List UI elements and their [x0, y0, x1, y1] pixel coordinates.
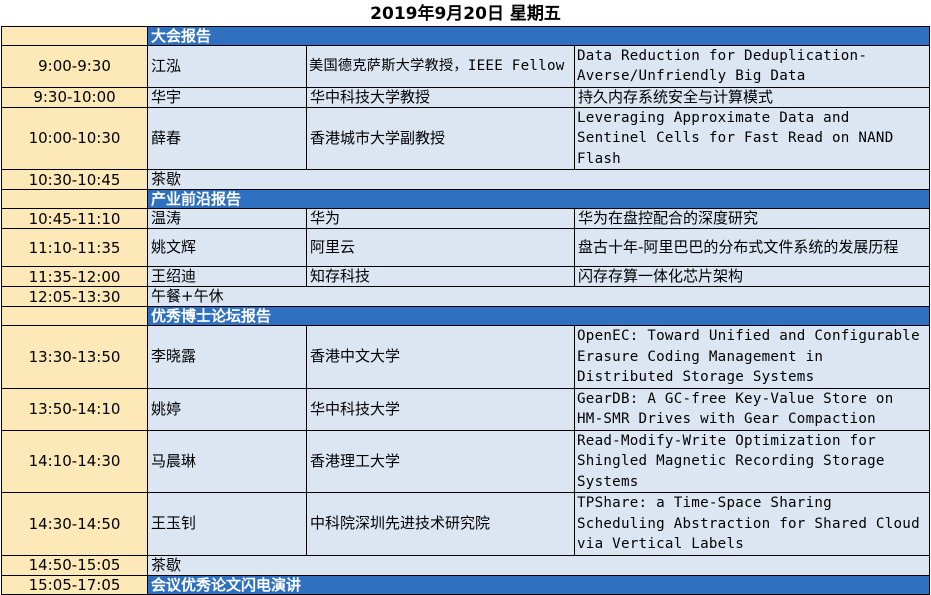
- affiliation-cell: 中科院深圳先进技术研究院: [306, 492, 575, 556]
- time-cell: 14:10-14:30: [1, 429, 148, 493]
- time-cell: 11:10-11:35: [1, 228, 148, 267]
- section-header: 优秀博士论坛报告: [146, 306, 931, 326]
- speaker-cell: 江泓: [147, 44, 307, 88]
- table-row: 14:30-14:50 王玉钊 中科院深圳先进技术研究院 TPShare: a Tim…: [1, 492, 931, 556]
- topic-cell: Leveraging Approximate Data and Sentinel…: [573, 106, 931, 170]
- table-row: 11:10-11:35 姚文辉 阿里云 盘古十年-阿里巴巴的分布式文件系统的发展历程: [1, 228, 931, 267]
- break-label: 午餐+午休: [146, 286, 931, 307]
- time-cell: 9:00-9:30: [1, 44, 148, 88]
- affiliation-cell: 阿里云: [306, 228, 575, 267]
- section-header: 大会报告: [146, 25, 931, 46]
- topic-cell: 闪存存算一体化芯片架构: [573, 266, 931, 287]
- time-cell: 12:05-13:30: [1, 286, 148, 307]
- time-cell: 10:30-10:45: [1, 169, 148, 190]
- time-cell: 14:50-15:05: [1, 554, 148, 576]
- topic-cell: 盘古十年-阿里巴巴的分布式文件系统的发展历程: [573, 228, 931, 267]
- topic-cell: GearDB: A GC-free Key-Value Store on HM-…: [573, 387, 931, 431]
- table-row: 10:45-11:10 温涛 华为 华为在盘控配合的深度研究: [1, 208, 931, 229]
- break-label: 茶歇: [146, 554, 931, 576]
- speaker-cell: 姚婷: [147, 387, 307, 431]
- table-row: 13:30-13:50 李晓露 香港中文大学 OpenEC: Toward Unifi…: [1, 325, 931, 389]
- speaker-cell: 温涛: [147, 208, 307, 229]
- section-row: 15:05-17:05 会议优秀论文闪电演讲: [1, 574, 931, 595]
- title-row: 2019年9月20日 星期五: [1, 2, 930, 27]
- speaker-cell: 王绍迪: [147, 266, 307, 287]
- table-row: 9:30-10:00 华宇 华中科技大学教授 持久内存系统安全与计算模式: [1, 86, 931, 108]
- affiliation-cell: 华中科技大学: [306, 387, 575, 431]
- time-cell: 9:30-10:00: [1, 86, 148, 108]
- speaker-cell: 薛春: [147, 106, 307, 170]
- speaker-cell: 马晨琳: [147, 429, 307, 493]
- topic-cell: OpenEC: Toward Unified and Configurable …: [573, 325, 931, 389]
- time-cell: [1, 189, 148, 209]
- time-cell: 10:00-10:30: [1, 106, 148, 170]
- speaker-cell: 李晓露: [147, 325, 307, 389]
- table-row: 14:10-14:30 马晨琳 香港理工大学 Read-Modify-Write Op…: [1, 429, 931, 493]
- table-row: 9:00-9:30 江泓 美国德克萨斯大学教授，IEEE Fellow Data Re…: [1, 44, 931, 88]
- time-cell: 14:30-14:50: [1, 492, 148, 556]
- time-cell: [1, 306, 148, 326]
- time-cell: 13:30-13:50: [1, 325, 148, 389]
- time-cell: 11:35-12:00: [1, 266, 148, 287]
- topic-cell: 持久内存系统安全与计算模式: [573, 86, 931, 108]
- topic-cell: Data Reduction for Deduplication-Averse/…: [573, 44, 931, 88]
- schedule-table: 2019年9月20日 星期五 大会报告 9:00-9:30 江泓 美国德克萨斯大学教授…: [1, 2, 931, 595]
- time-cell: [1, 25, 148, 46]
- break-row: 12:05-13:30 午餐+午休: [1, 286, 931, 307]
- speaker-cell: 华宇: [147, 86, 307, 108]
- topic-cell: TPShare: a Time-Space Sharing Scheduling…: [573, 492, 931, 556]
- affiliation-cell: 香港理工大学: [306, 429, 575, 493]
- affiliation-cell: 华为: [306, 208, 575, 229]
- section-row: 产业前沿报告: [1, 189, 931, 209]
- table-row: 10:00-10:30 薛春 香港城市大学副教授 Leveraging Approxi…: [1, 106, 931, 170]
- affiliation-cell: 香港中文大学: [306, 325, 575, 389]
- affiliation-cell: 知存科技: [306, 266, 575, 287]
- section-header: 会议优秀论文闪电演讲: [146, 574, 931, 595]
- schedule-title: 2019年9月20日 星期五: [1, 2, 930, 27]
- speaker-cell: 王玉钊: [147, 492, 307, 556]
- time-cell: 15:05-17:05: [1, 574, 148, 595]
- affiliation-cell: 美国德克萨斯大学教授，IEEE Fellow: [306, 44, 575, 88]
- section-row: 大会报告: [1, 25, 931, 46]
- time-cell: 13:50-14:10: [1, 387, 148, 431]
- speaker-cell: 姚文辉: [147, 228, 307, 267]
- table-row: 13:50-14:10 姚婷 华中科技大学 GearDB: A GC-free Key…: [1, 387, 931, 431]
- topic-cell: Read-Modify-Write Optimization for Shing…: [573, 429, 931, 493]
- time-cell: 10:45-11:10: [1, 208, 148, 229]
- section-row: 优秀博士论坛报告: [1, 306, 931, 326]
- break-label: 茶歇: [146, 169, 931, 190]
- break-row: 14:50-15:05 茶歇: [1, 554, 931, 576]
- break-row: 10:30-10:45 茶歇: [1, 169, 931, 190]
- affiliation-cell: 华中科技大学教授: [306, 86, 575, 108]
- table-row: 11:35-12:00 王绍迪 知存科技 闪存存算一体化芯片架构: [1, 266, 931, 287]
- affiliation-cell: 香港城市大学副教授: [306, 106, 575, 170]
- section-header: 产业前沿报告: [146, 189, 931, 209]
- topic-cell: 华为在盘控配合的深度研究: [573, 208, 931, 229]
